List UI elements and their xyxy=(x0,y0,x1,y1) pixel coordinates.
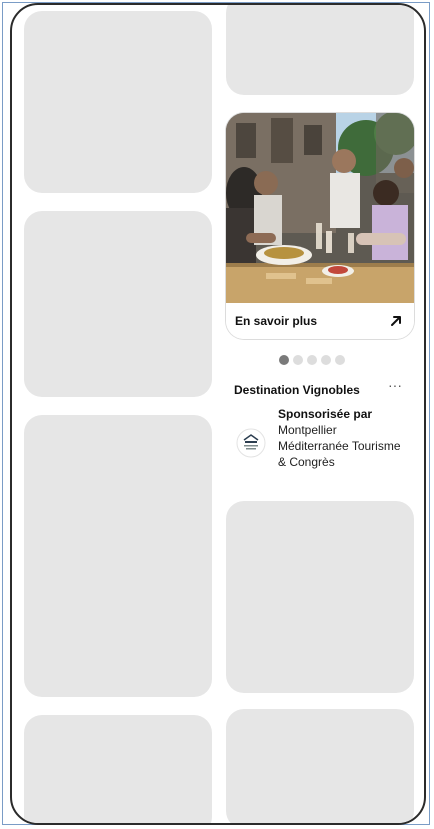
carousel-dot[interactable] xyxy=(335,355,345,365)
pin-placeholder[interactable] xyxy=(24,415,212,697)
pin-placeholder[interactable] xyxy=(226,709,414,823)
arrow-up-right-icon xyxy=(388,313,404,329)
pin-placeholder[interactable] xyxy=(24,211,212,397)
learn-more-label: En savoir plus xyxy=(235,314,318,328)
more-options-icon[interactable]: ··· xyxy=(388,377,402,393)
carousel-dot[interactable] xyxy=(321,355,331,365)
pin-placeholder[interactable] xyxy=(24,11,212,193)
pin-placeholder[interactable] xyxy=(226,5,414,95)
carousel-dot-active[interactable] xyxy=(279,355,289,365)
pin-placeholder[interactable] xyxy=(24,715,212,823)
sponsored-by-label: Sponsorisée par xyxy=(278,407,373,421)
sponsor-name-link[interactable]: Montpellier Méditerranée Tourisme & Cong… xyxy=(278,422,408,470)
phone-feed: En savoir plus Destination Vignobles ···… xyxy=(10,3,426,825)
pin-placeholder[interactable] xyxy=(226,501,414,693)
carousel-dot[interactable] xyxy=(293,355,303,365)
outdoor-dining-photo xyxy=(226,113,414,303)
learn-more-button[interactable]: En savoir plus xyxy=(226,303,414,339)
pin-photo[interactable] xyxy=(226,113,414,303)
sponsor-logo[interactable] xyxy=(236,428,266,458)
carousel-dot[interactable] xyxy=(307,355,317,365)
pin-title[interactable]: Destination Vignobles xyxy=(234,383,360,397)
carousel-indicator[interactable] xyxy=(279,355,345,365)
promoted-pin-card[interactable]: En savoir plus xyxy=(226,113,414,339)
